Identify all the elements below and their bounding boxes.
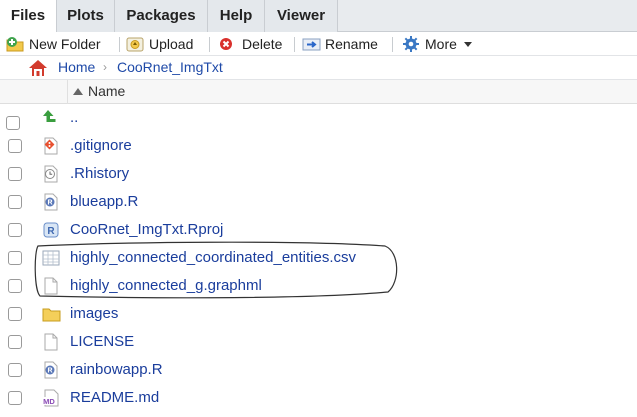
toolbar-divider (119, 37, 120, 52)
list-item[interactable]: highly_connected_g.graphml (0, 272, 637, 300)
new-folder-button[interactable]: New Folder (6, 32, 101, 56)
up-arrow-icon (42, 109, 60, 127)
row-checkbox[interactable] (8, 223, 22, 237)
list-item[interactable]: .Rhistory (0, 160, 637, 188)
more-menu-button[interactable]: More (402, 32, 472, 56)
tab-viewer[interactable]: Viewer (265, 0, 338, 32)
pane-tabbar: Files Plots Packages Help Viewer (0, 0, 637, 33)
column-divider (67, 80, 68, 104)
r-script-icon: R (42, 193, 60, 211)
list-item[interactable]: highly_connected_coordinated_entities.cs… (0, 244, 637, 272)
file-name[interactable]: README.md (70, 384, 159, 412)
file-name[interactable]: highly_connected_coordinated_entities.cs… (70, 244, 356, 272)
rename-label: Rename (325, 36, 378, 52)
list-item[interactable]: R CooRnet_ImgTxt.Rproj (0, 216, 637, 244)
delete-button[interactable]: Delete (219, 32, 282, 56)
file-name[interactable]: .Rhistory (70, 160, 129, 188)
delete-label: Delete (242, 36, 283, 52)
tab-help[interactable]: Help (208, 0, 265, 32)
more-label: More (425, 36, 457, 52)
gear-icon (402, 35, 420, 53)
new-folder-icon (6, 35, 24, 53)
list-item[interactable]: R rainbowapp.R (0, 356, 637, 384)
rename-icon (302, 35, 321, 53)
toolbar-divider (209, 37, 210, 52)
git-file-icon (42, 137, 60, 155)
file-name[interactable]: LICENSE (70, 328, 134, 356)
files-toolbar: New Folder Upload Delete Rename More (0, 32, 637, 56)
row-checkbox[interactable] (8, 251, 22, 265)
row-checkbox[interactable] (8, 167, 22, 181)
upload-label: Upload (149, 36, 194, 52)
r-script-icon: R (42, 361, 60, 379)
breadcrumb-home[interactable]: Home (58, 56, 95, 80)
svg-text:R: R (47, 226, 55, 237)
svg-text:MD: MD (43, 397, 55, 406)
list-item[interactable]: .gitignore (0, 132, 637, 160)
row-checkbox[interactable] (8, 335, 22, 349)
row-checkbox[interactable] (8, 195, 22, 209)
tab-files[interactable]: Files (0, 0, 57, 33)
list-item[interactable]: .. (0, 104, 637, 132)
markdown-file-icon: MD (42, 389, 60, 407)
blank-file-icon (42, 333, 60, 351)
toolbar-divider (392, 37, 393, 52)
file-name[interactable]: highly_connected_g.graphml (70, 272, 262, 300)
row-checkbox[interactable] (8, 139, 22, 153)
row-checkbox[interactable] (8, 279, 22, 293)
row-checkbox[interactable] (8, 363, 22, 377)
svg-text:R: R (47, 200, 52, 207)
sort-ascending-icon[interactable] (73, 88, 83, 95)
toolbar-divider (294, 37, 295, 52)
file-name[interactable]: CooRnet_ImgTxt.Rproj (70, 216, 223, 244)
breadcrumb: Home › CooRnet_ImgTxt (0, 56, 637, 130)
upload-icon (126, 35, 144, 53)
chevron-down-icon (463, 41, 472, 47)
column-header-name[interactable]: Name (88, 80, 125, 103)
tab-plots[interactable]: Plots (57, 0, 115, 32)
svg-text:R: R (47, 368, 52, 375)
rename-button[interactable]: Rename (302, 32, 378, 56)
list-item[interactable]: LICENSE (0, 328, 637, 356)
folder-icon (42, 305, 61, 323)
history-file-icon (42, 165, 60, 183)
rproj-icon: R (42, 221, 60, 239)
breadcrumb-separator: › (103, 60, 107, 74)
home-icon[interactable] (28, 59, 48, 77)
row-checkbox[interactable] (8, 307, 22, 321)
delete-icon (219, 35, 237, 53)
breadcrumb-current-folder[interactable]: CooRnet_ImgTxt (117, 56, 223, 80)
row-checkbox[interactable] (8, 391, 22, 405)
list-item[interactable]: R blueapp.R (0, 188, 637, 216)
file-name[interactable]: images (70, 300, 118, 328)
upload-button[interactable]: Upload (126, 32, 193, 56)
file-list-header: Name (0, 80, 637, 104)
tab-packages[interactable]: Packages (115, 0, 208, 32)
list-item[interactable]: MD README.md (0, 384, 637, 412)
file-name[interactable]: .gitignore (70, 132, 132, 160)
list-item[interactable]: images (0, 300, 637, 328)
blank-file-icon (42, 277, 60, 295)
new-folder-label: New Folder (29, 36, 101, 52)
file-name[interactable]: blueapp.R (70, 188, 138, 216)
file-name[interactable]: .. (70, 104, 78, 132)
csv-file-icon (42, 249, 60, 267)
file-name[interactable]: rainbowapp.R (70, 356, 163, 384)
